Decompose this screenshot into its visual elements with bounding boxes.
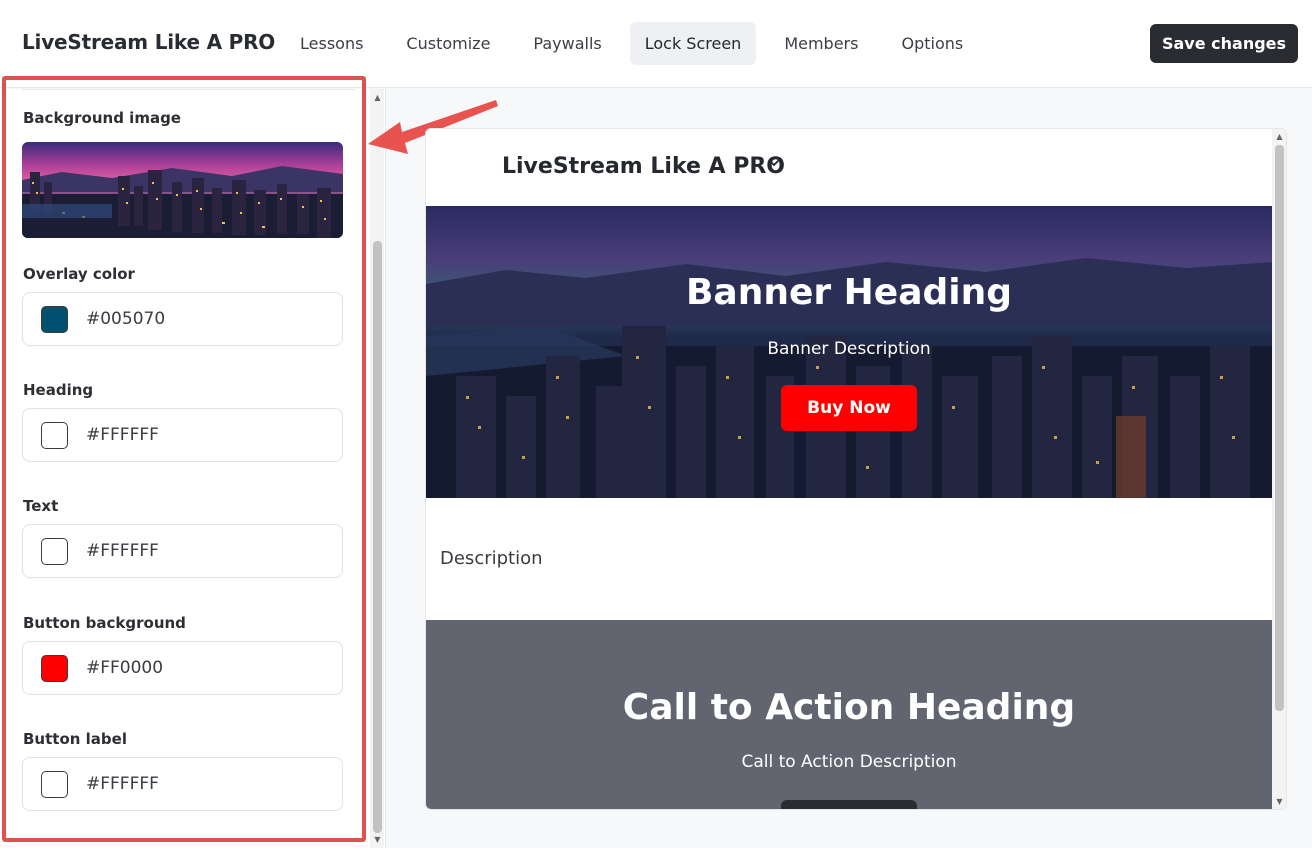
tab-lock-screen[interactable]: Lock Screen [629,22,757,65]
heading-color-swatch[interactable] [41,421,68,449]
tab-lessons[interactable]: Lessons [285,22,378,65]
overlay-color-field[interactable]: #005070 [22,292,343,346]
top-navigation-bar: LiveStream Like A PRO Lessons Customize … [0,0,1312,88]
lock-screen-preview: LiveStream Like A PRO Banner Heading Ban… [425,128,1287,810]
preview-course-title[interactable]: LiveStream Like A PRO [502,154,785,179]
chevron-down-icon[interactable] [768,157,780,169]
app-title: LiveStream Like A PRO [22,30,276,54]
banner-description: Banner Description [767,339,931,359]
tab-options[interactable]: Options [886,22,978,65]
call-to-action-section: Call to Action Heading Call to Action De… [426,620,1272,809]
button-background-value: #FF0000 [86,658,164,678]
button-label-color-value: #FFFFFF [86,774,159,794]
background-image-thumbnail[interactable] [22,142,343,238]
heading-color-field[interactable]: #FFFFFF [22,408,343,462]
preview-scrollbar-thumb[interactable] [1275,145,1284,711]
cta-description: Call to Action Description [741,752,957,772]
cta-button[interactable] [781,800,917,809]
save-changes-button[interactable]: Save changes [1150,24,1298,63]
scroll-down-icon[interactable]: ▼ [373,835,382,845]
button-background-label: Button background [23,614,186,632]
text-color-field[interactable]: #FFFFFF [22,524,343,578]
background-image-label: Background image [23,109,181,127]
heading-color-value: #FFFFFF [86,425,159,445]
settings-panel-content: Background image Overlay color #005070 H… [0,89,368,848]
tab-members[interactable]: Members [769,22,873,65]
overlay-color-value: #005070 [86,309,166,329]
buy-now-button[interactable]: Buy Now [781,385,917,431]
button-label-color-field[interactable]: #FFFFFF [22,757,343,811]
banner-heading: Banner Heading [685,272,1013,313]
button-background-field[interactable]: #FF0000 [22,641,343,695]
button-background-swatch[interactable] [41,654,68,682]
preview-scroll-down-icon[interactable]: ▼ [1275,797,1284,807]
divider [22,89,356,90]
preview-description: Description [440,548,543,569]
cta-heading: Call to Action Heading [622,687,1076,728]
button-label-color-label: Button label [23,730,127,748]
heading-color-label: Heading [23,381,94,399]
city-night-image [22,142,343,238]
button-label-color-swatch[interactable] [41,770,68,798]
overlay-color-swatch[interactable] [41,305,68,333]
settings-panel: Background image Overlay color #005070 H… [0,76,386,848]
preview-scroll-up-icon[interactable]: ▲ [1275,132,1284,142]
overlay-color-label: Overlay color [23,265,135,283]
preview-banner: Banner Heading Banner Description Buy No… [426,206,1272,498]
text-color-label: Text [23,497,59,515]
nav-tabs: Lessons Customize Paywalls Lock Screen M… [285,22,991,65]
text-color-swatch[interactable] [41,537,68,565]
preview-header: LiveStream Like A PRO [426,129,1272,206]
tab-paywalls[interactable]: Paywalls [518,22,616,65]
settings-scrollbar-thumb[interactable] [373,241,382,833]
text-color-value: #FFFFFF [86,541,159,561]
tab-customize[interactable]: Customize [391,22,505,65]
